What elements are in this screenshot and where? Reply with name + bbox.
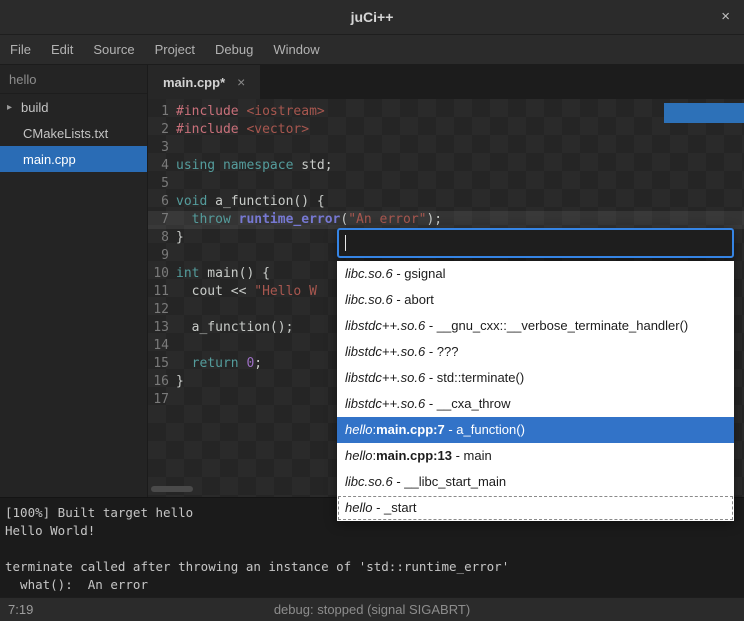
title-bar: juCi++ × [0, 0, 744, 35]
line-number: 15 [148, 355, 176, 373]
menu-item-file[interactable]: File [0, 42, 41, 57]
line-number: 5 [148, 175, 176, 193]
backtrace-item[interactable]: libc.so.6 - gsignal [337, 261, 734, 287]
line-number: 9 [148, 247, 176, 265]
line-number: 17 [148, 391, 176, 409]
project-name: hello [0, 65, 147, 94]
line-number: 3 [148, 139, 176, 157]
code-line[interactable]: 7 throw runtime_error("An error"); [148, 211, 744, 229]
menu-item-edit[interactable]: Edit [41, 42, 83, 57]
menu-item-debug[interactable]: Debug [205, 42, 263, 57]
menu-item-project[interactable]: Project [145, 42, 205, 57]
line-number: 4 [148, 157, 176, 175]
backtrace-filter-input[interactable] [337, 228, 734, 258]
frame-module: hello [345, 422, 372, 437]
frame-module: libc.so.6 [345, 474, 393, 489]
backtrace-item[interactable]: hello:main.cpp:7 - a_function() [337, 417, 734, 443]
code-line[interactable]: 2#include <vector> [148, 121, 744, 139]
frame-location: main.cpp:7 [376, 422, 445, 437]
code-text: } [176, 229, 184, 247]
frame-module: libstdc++.so.6 [345, 344, 425, 359]
frame-location: main.cpp:13 [376, 448, 452, 463]
code-text: using namespace std; [176, 157, 333, 175]
code-text: } [176, 373, 184, 391]
sidebar-item-cmakelists-txt[interactable]: CMakeLists.txt [0, 120, 147, 146]
scrollbar-thumb[interactable] [664, 103, 744, 123]
code-text: int main() { [176, 265, 270, 283]
frame-module: libc.so.6 [345, 266, 393, 281]
status-bar: 7:19 debug: stopped (signal SIGABRT) [0, 597, 744, 621]
code-text: return 0; [176, 355, 262, 373]
output-line: terminate called after throwing an insta… [5, 558, 739, 576]
backtrace-popup: libc.so.6 - gsignallibc.so.6 - abortlibs… [337, 228, 734, 521]
line-number: 8 [148, 229, 176, 247]
code-line[interactable]: 5 [148, 175, 744, 193]
cursor-position: 7:19 [8, 602, 33, 617]
backtrace-item[interactable]: libstdc++.so.6 - std::terminate() [337, 365, 734, 391]
output-line: Hello World! [5, 522, 739, 540]
frame-module: hello [345, 500, 372, 515]
menu-item-window[interactable]: Window [263, 42, 329, 57]
sidebar-item-main-cpp[interactable]: main.cpp [0, 146, 147, 172]
frame-module: libstdc++.so.6 [345, 370, 425, 385]
line-number: 12 [148, 301, 176, 319]
backtrace-item[interactable]: libc.so.6 - abort [337, 287, 734, 313]
sidebar-item-build[interactable]: ▸build [0, 94, 147, 120]
menu-bar: FileEditSourceProjectDebugWindow [0, 35, 744, 65]
output-line: what(): An error [5, 576, 739, 594]
h-scrollbar-thumb[interactable] [151, 486, 193, 492]
tree-item-label: main.cpp [23, 152, 76, 167]
code-line[interactable]: 1#include <iostream> [148, 103, 744, 121]
window-title: juCi++ [351, 9, 394, 25]
backtrace-item[interactable]: libstdc++.so.6 - ??? [337, 339, 734, 365]
sidebar: hello ▸build CMakeLists.txt main.cpp [0, 65, 148, 497]
output-line [5, 540, 739, 558]
frame-module: hello [345, 448, 372, 463]
tree-item-label: build [21, 100, 48, 115]
frame-module: libc.so.6 [345, 292, 393, 307]
code-text: void a_function() { [176, 193, 325, 211]
line-number: 14 [148, 337, 176, 355]
backtrace-item[interactable]: libstdc++.so.6 - __cxa_throw [337, 391, 734, 417]
expander-icon[interactable]: ▸ [7, 102, 21, 113]
tab-label: main.cpp* [163, 75, 225, 90]
backtrace-item[interactable]: libstdc++.so.6 - __gnu_cxx::__verbose_te… [337, 313, 734, 339]
frame-module: libstdc++.so.6 [345, 318, 425, 333]
backtrace-item[interactable]: libc.so.6 - __libc_start_main [337, 469, 734, 495]
line-number: 6 [148, 193, 176, 211]
code-text: throw runtime_error("An error"); [176, 211, 442, 229]
file-tree: ▸build CMakeLists.txt main.cpp [0, 94, 147, 172]
backtrace-item[interactable]: hello - _start [337, 495, 734, 521]
tree-item-label: CMakeLists.txt [23, 126, 108, 141]
backtrace-item[interactable]: hello:main.cpp:13 - main [337, 443, 734, 469]
tab-main-cpp[interactable]: main.cpp* × [148, 65, 260, 99]
app-window: juCi++ × FileEditSourceProjectDebugWindo… [0, 0, 744, 621]
code-line[interactable]: 3 [148, 139, 744, 157]
line-number: 10 [148, 265, 176, 283]
code-text: #include <iostream> [176, 103, 325, 121]
debug-status: debug: stopped (signal SIGABRT) [274, 602, 470, 617]
code-text: cout << "Hello W [176, 283, 317, 301]
tab-bar: main.cpp* × [148, 65, 744, 99]
window-close-icon[interactable]: × [721, 8, 730, 26]
text-cursor-icon [345, 235, 346, 251]
code-text: a_function(); [176, 319, 293, 337]
menu-item-source[interactable]: Source [83, 42, 144, 57]
frame-module: libstdc++.so.6 [345, 396, 425, 411]
line-number: 13 [148, 319, 176, 337]
line-number: 7 [148, 211, 176, 229]
backtrace-list: libc.so.6 - gsignallibc.so.6 - abortlibs… [337, 261, 734, 521]
code-text: #include <vector> [176, 121, 309, 139]
line-number: 2 [148, 121, 176, 139]
backtrace-filter [337, 228, 734, 258]
code-line[interactable]: 6void a_function() { [148, 193, 744, 211]
line-number: 1 [148, 103, 176, 121]
code-line[interactable]: 4using namespace std; [148, 157, 744, 175]
tab-close-icon[interactable]: × [237, 74, 245, 90]
line-number: 11 [148, 283, 176, 301]
line-number: 16 [148, 373, 176, 391]
